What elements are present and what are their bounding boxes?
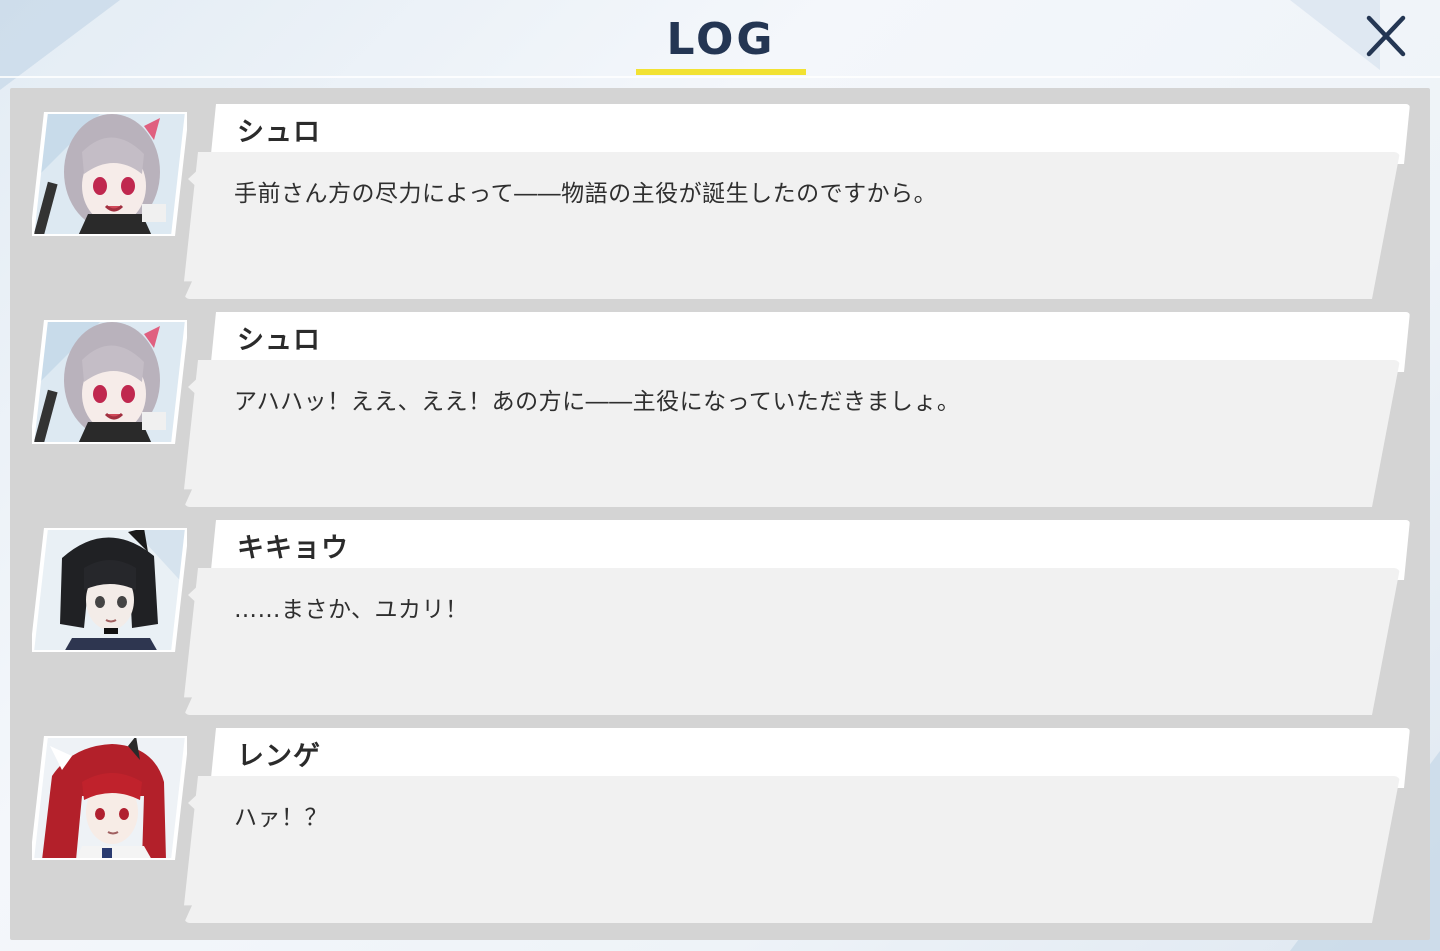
speech-pointer bbox=[188, 166, 202, 192]
title-underline bbox=[636, 69, 806, 75]
speaker-name: シュロ bbox=[237, 117, 321, 148]
log-entry: キキョウ ……まさか、ユカリ！ bbox=[10, 504, 1430, 704]
close-button[interactable] bbox=[1360, 10, 1412, 62]
log-entry: レンゲ ハァ！？ bbox=[10, 712, 1430, 912]
message-text: アハハッ！ええ、ええ！あの方に――主役になっていただきましょ。 bbox=[234, 389, 961, 415]
page-title: LOG bbox=[666, 14, 776, 65]
message-text: ……まさか、ユカリ！ bbox=[234, 597, 469, 623]
message-box bbox=[184, 776, 1400, 923]
speech-pointer bbox=[188, 582, 202, 608]
log-panel[interactable]: シュロ 手前さん方の尽力によって――物語の主役が誕生したのですから。 シュロ ア… bbox=[10, 88, 1430, 940]
close-icon bbox=[1366, 15, 1406, 57]
avatar-renge bbox=[29, 734, 190, 863]
log-header: LOG bbox=[0, 0, 1440, 78]
speech-pointer bbox=[188, 790, 202, 816]
speaker-name: キキョウ bbox=[237, 533, 349, 564]
speech-pointer bbox=[188, 374, 202, 400]
header-divider bbox=[0, 76, 1440, 78]
log-entry: シュロ アハハッ！ええ、ええ！あの方に――主役になっていただきましょ。 bbox=[10, 296, 1430, 496]
avatar-shuro bbox=[29, 318, 190, 447]
log-entry: シュロ 手前さん方の尽力によって――物語の主役が誕生したのですから。 bbox=[10, 88, 1430, 288]
speaker-name: レンゲ bbox=[237, 741, 321, 772]
speaker-name: シュロ bbox=[237, 325, 321, 356]
avatar-shuro bbox=[29, 110, 190, 239]
message-text: 手前さん方の尽力によって――物語の主役が誕生したのですから。 bbox=[234, 181, 938, 207]
avatar-kikyou bbox=[29, 526, 190, 655]
message-text: ハァ！？ bbox=[234, 805, 328, 831]
